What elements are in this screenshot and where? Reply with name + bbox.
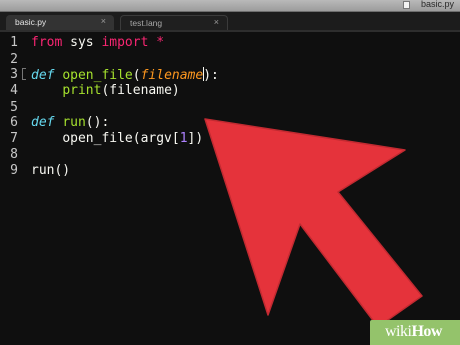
colon: : xyxy=(211,68,219,83)
fold-marker-icon[interactable] xyxy=(22,68,26,80)
call-text-end: ]) xyxy=(187,131,204,146)
window-title: basic.py xyxy=(420,0,454,9)
logo-part-wiki: wiki xyxy=(385,323,412,340)
code-line-3: def open_file(filename): xyxy=(31,67,219,84)
wikihow-logo: wikiHow xyxy=(385,323,442,341)
keyword-def: def xyxy=(31,68,55,83)
module-name: sys xyxy=(62,35,102,50)
keyword-def: def xyxy=(31,115,55,130)
number-literal: 1 xyxy=(179,131,188,146)
code-line-9: run() xyxy=(31,163,70,179)
tab-label: test.lang xyxy=(130,18,163,28)
tab-basic-py[interactable]: basic.py × xyxy=(6,15,114,30)
line-number: 3 xyxy=(10,67,18,82)
function-name: run xyxy=(62,115,86,130)
code-line-4: print(filename) xyxy=(31,83,180,99)
line-number: 8 xyxy=(10,147,18,162)
line-number: 1 xyxy=(10,35,18,50)
parameter-name: filename xyxy=(140,68,204,83)
window-title-bar: basic.py xyxy=(0,0,460,12)
call-text: open_file(argv[ xyxy=(62,131,180,146)
logo-part-how: How xyxy=(411,323,442,340)
call-args: (filename) xyxy=(101,83,180,98)
line-number: 5 xyxy=(10,100,18,115)
document-icon xyxy=(403,1,410,9)
signature-rest: (): xyxy=(85,115,110,130)
code-editor[interactable]: 1 2 3 4 5 6 7 8 9 from sys import * def … xyxy=(0,32,460,345)
tab-test-lang[interactable]: test.lang × xyxy=(120,15,228,30)
line-number: 9 xyxy=(10,163,18,178)
call-run: run() xyxy=(31,163,71,178)
line-number: 4 xyxy=(10,83,18,98)
paren-close: ) xyxy=(203,68,212,83)
tab-bar: basic.py × test.lang × xyxy=(0,12,460,32)
keyword-from: from xyxy=(31,35,63,50)
paren-open: ( xyxy=(132,68,141,83)
code-line-7: open_file(argv[1]) xyxy=(31,131,203,147)
code-line-1: from sys import * xyxy=(31,35,164,51)
tab-close-icon[interactable]: × xyxy=(214,17,219,27)
tab-close-icon[interactable]: × xyxy=(101,16,106,26)
function-print: print xyxy=(62,83,102,98)
keyword-import: import xyxy=(101,35,149,50)
line-number: 2 xyxy=(10,52,18,67)
tab-label: basic.py xyxy=(15,17,47,27)
code-line-6: def run(): xyxy=(31,115,109,131)
import-star: * xyxy=(148,35,165,50)
function-name: open_file xyxy=(62,68,133,83)
line-number: 6 xyxy=(10,115,18,130)
line-number: 7 xyxy=(10,131,18,146)
